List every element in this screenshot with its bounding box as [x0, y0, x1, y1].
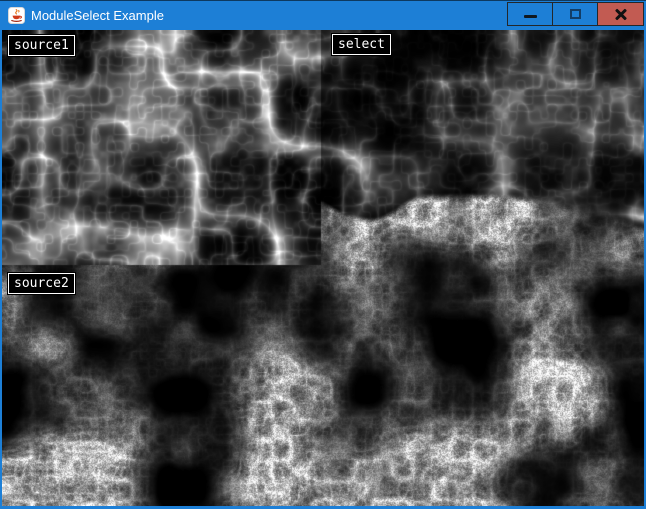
maximize-button[interactable]	[552, 2, 598, 26]
label-source2: source2	[8, 273, 75, 294]
titlebar[interactable]: ModuleSelect Example	[0, 0, 646, 30]
minimize-button[interactable]	[507, 2, 553, 26]
java-coffee-cup-icon	[8, 7, 25, 24]
label-source1: source1	[8, 35, 75, 56]
close-icon	[615, 8, 627, 20]
render-area: source1 select source2	[2, 30, 644, 506]
window-controls	[508, 2, 644, 26]
app-window: ModuleSelect Example source1 select sour…	[0, 0, 646, 509]
noise-render-canvas	[2, 30, 644, 506]
window-title: ModuleSelect Example	[31, 1, 164, 31]
maximize-icon	[570, 9, 581, 19]
close-button[interactable]	[597, 2, 644, 26]
label-select: select	[332, 34, 391, 55]
minimize-icon	[524, 15, 537, 18]
